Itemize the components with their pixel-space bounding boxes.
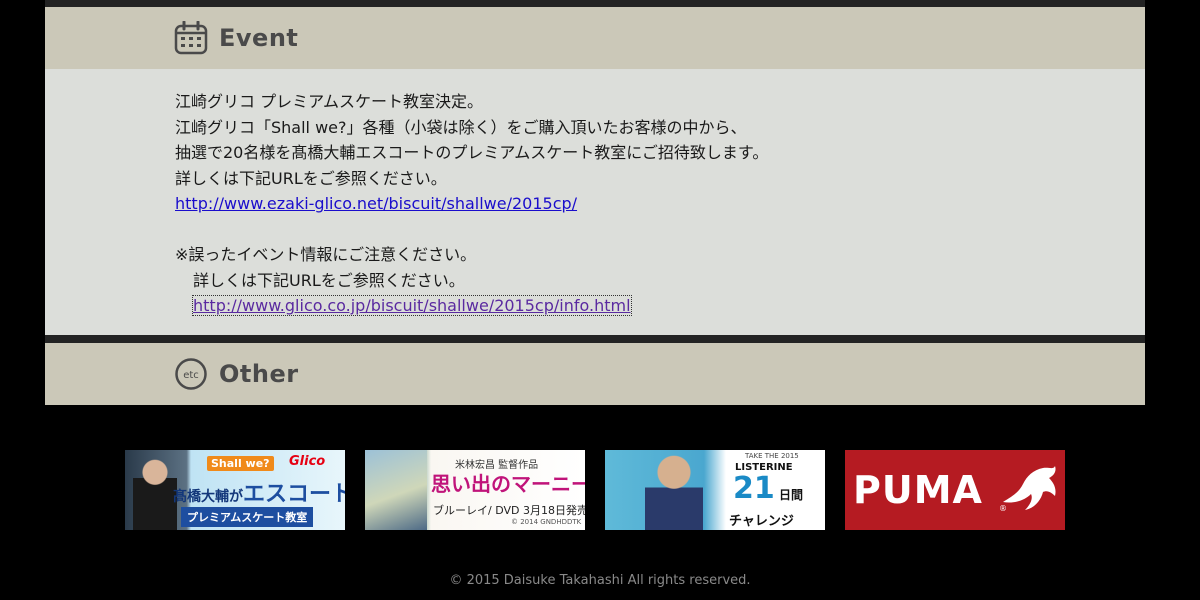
info-link[interactable]: http://www.glico.co.jp/biscuit/shallwe/2… [192, 295, 632, 316]
skate-class-label: プレミアムスケート教室 [181, 507, 314, 527]
puma-cat-icon [1003, 466, 1056, 510]
take-the-label: TAKE THE 2015 [745, 452, 799, 460]
escort-heading: 髙橋大輔がエスコート [173, 476, 345, 508]
event-content: 江崎グリコ プレミアムスケート教室決定。 江崎グリコ「Shall we?」各種（… [45, 69, 1145, 335]
marnie-copyright: © 2014 GNDHDDTK [511, 518, 582, 526]
notice-line: ※誤ったイベント情報にご注意ください。 [175, 245, 477, 264]
days-label: 日間 [779, 488, 804, 502]
section-divider [45, 335, 1145, 343]
notice-detail-line: 詳しくは下記URLをご参照ください。 [193, 270, 465, 290]
escort-word: エスコート [243, 482, 345, 507]
event-line-4: 詳しくは下記URLをご参照ください。 [175, 168, 447, 188]
puma-wordmark: PUMA [853, 468, 983, 512]
takahashi-photo [645, 454, 703, 530]
campaign-link[interactable]: http://www.ezaki-glico.net/biscuit/shall… [175, 194, 577, 213]
escort-prefix: 髙橋大輔が [173, 489, 243, 505]
top-divider [45, 0, 1145, 7]
event-link-1-row: http://www.ezaki-glico.net/biscuit/shall… [175, 191, 1145, 217]
other-title: Other [219, 360, 299, 388]
shall-we-badge: Shall we? [207, 456, 274, 471]
release-date: ブルーレイ/ DVD 3月18日発売 [433, 504, 585, 517]
page: Event 江崎グリコ プレミアムスケート教室決定。 江崎グリコ「Shall w… [0, 0, 1200, 600]
event-line-3: 抽選で20名様を髙橋大輔エスコートのプレミアムスケート教室にご招待致します。 [175, 143, 769, 162]
skater-photo [133, 456, 177, 530]
other-section-header[interactable]: etc Other [45, 343, 1145, 405]
copyright-text: © 2015 Daisuke Takahashi All rights rese… [449, 573, 751, 588]
glico-logo: Glico [289, 454, 326, 469]
event-line-1: 江崎グリコ プレミアムスケート教室決定。 [175, 92, 483, 111]
event-line-2: 江崎グリコ「Shall we?」各種（小袋は除く）をご購入頂いたお客様の中から、 [175, 117, 747, 137]
glico-escort-banner[interactable]: Shall we? Glico 髙橋大輔がエスコート プレミアムスケート教室 [125, 450, 345, 530]
calendar-icon [174, 21, 208, 55]
event-section-header: Event [45, 7, 1145, 69]
event-link-2-row: http://www.glico.co.jp/biscuit/shallwe/2… [175, 293, 1145, 319]
etc-icon-label: etc [183, 370, 199, 381]
puma-banner[interactable]: PUMA ® [845, 450, 1065, 530]
challenge-number: 21 [733, 471, 775, 506]
etc-icon: etc [175, 358, 207, 390]
marnie-artwork [365, 450, 427, 530]
event-title: Event [219, 24, 299, 52]
listerine-banner[interactable]: TAKE THE 2015 LISTERINE 21 日間 チャレンジ [605, 450, 825, 530]
marnie-title: 思い出のマーニー [431, 472, 585, 496]
banner-row: Shall we? Glico 髙橋大輔がエスコート プレミアムスケート教室 米… [125, 450, 1065, 530]
challenge-label: チャレンジ [729, 514, 794, 529]
marnie-banner[interactable]: 米林宏昌 監督作品 思い出のマーニー ブルーレイ/ DVD 3月18日発売 © … [365, 450, 585, 530]
registered-mark: ® [999, 504, 1007, 513]
